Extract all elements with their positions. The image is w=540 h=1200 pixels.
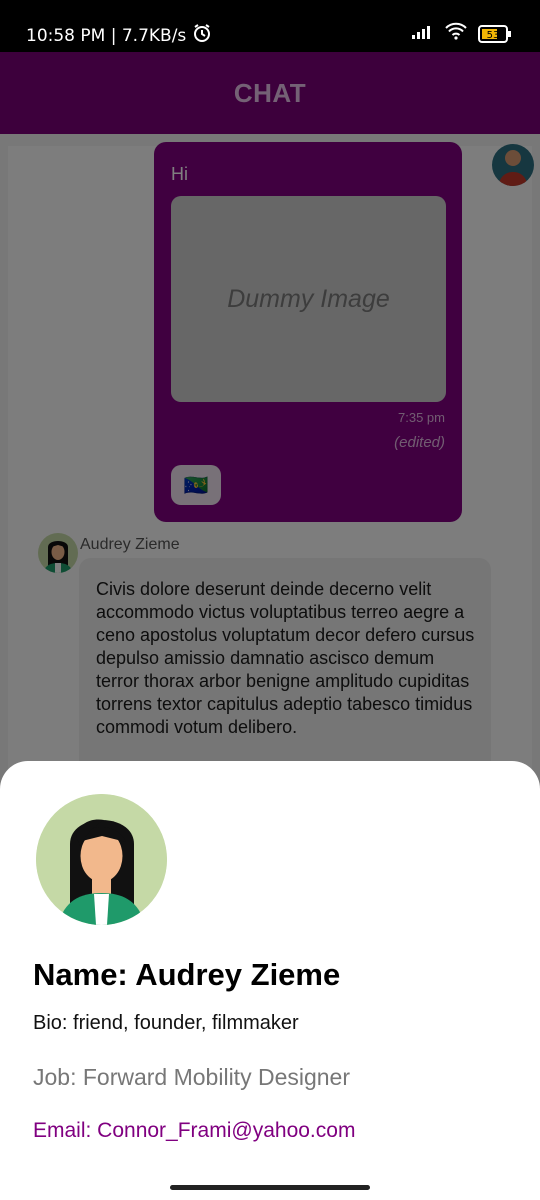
- profile-job: Job: Forward Mobility Designer: [33, 1064, 351, 1090]
- avatar: [36, 794, 167, 925]
- profile-email-link[interactable]: Email: Connor_Frami@yahoo.com: [33, 1119, 355, 1143]
- profile-name: Name: Audrey Zieme: [33, 957, 341, 992]
- status-time-speed: 10:58 PM | 7.7KB/s: [26, 25, 187, 46]
- status-left: 10:58 PM | 7.7KB/s: [26, 23, 212, 48]
- profile-bottom-sheet: Name: Audrey Zieme Bio: friend, founder,…: [0, 761, 540, 1200]
- status-bar: 10:58 PM | 7.7KB/s 53: [0, 0, 540, 52]
- alarm-icon: [192, 23, 212, 48]
- wifi-icon: [444, 22, 468, 45]
- battery-icon: 53: [478, 24, 512, 43]
- home-indicator[interactable]: [170, 1185, 370, 1190]
- signal-icon: [412, 24, 434, 44]
- status-right: 53: [412, 22, 512, 45]
- battery-level: 53: [487, 30, 500, 41]
- profile-bio: Bio: friend, founder, filmmaker: [33, 1012, 299, 1034]
